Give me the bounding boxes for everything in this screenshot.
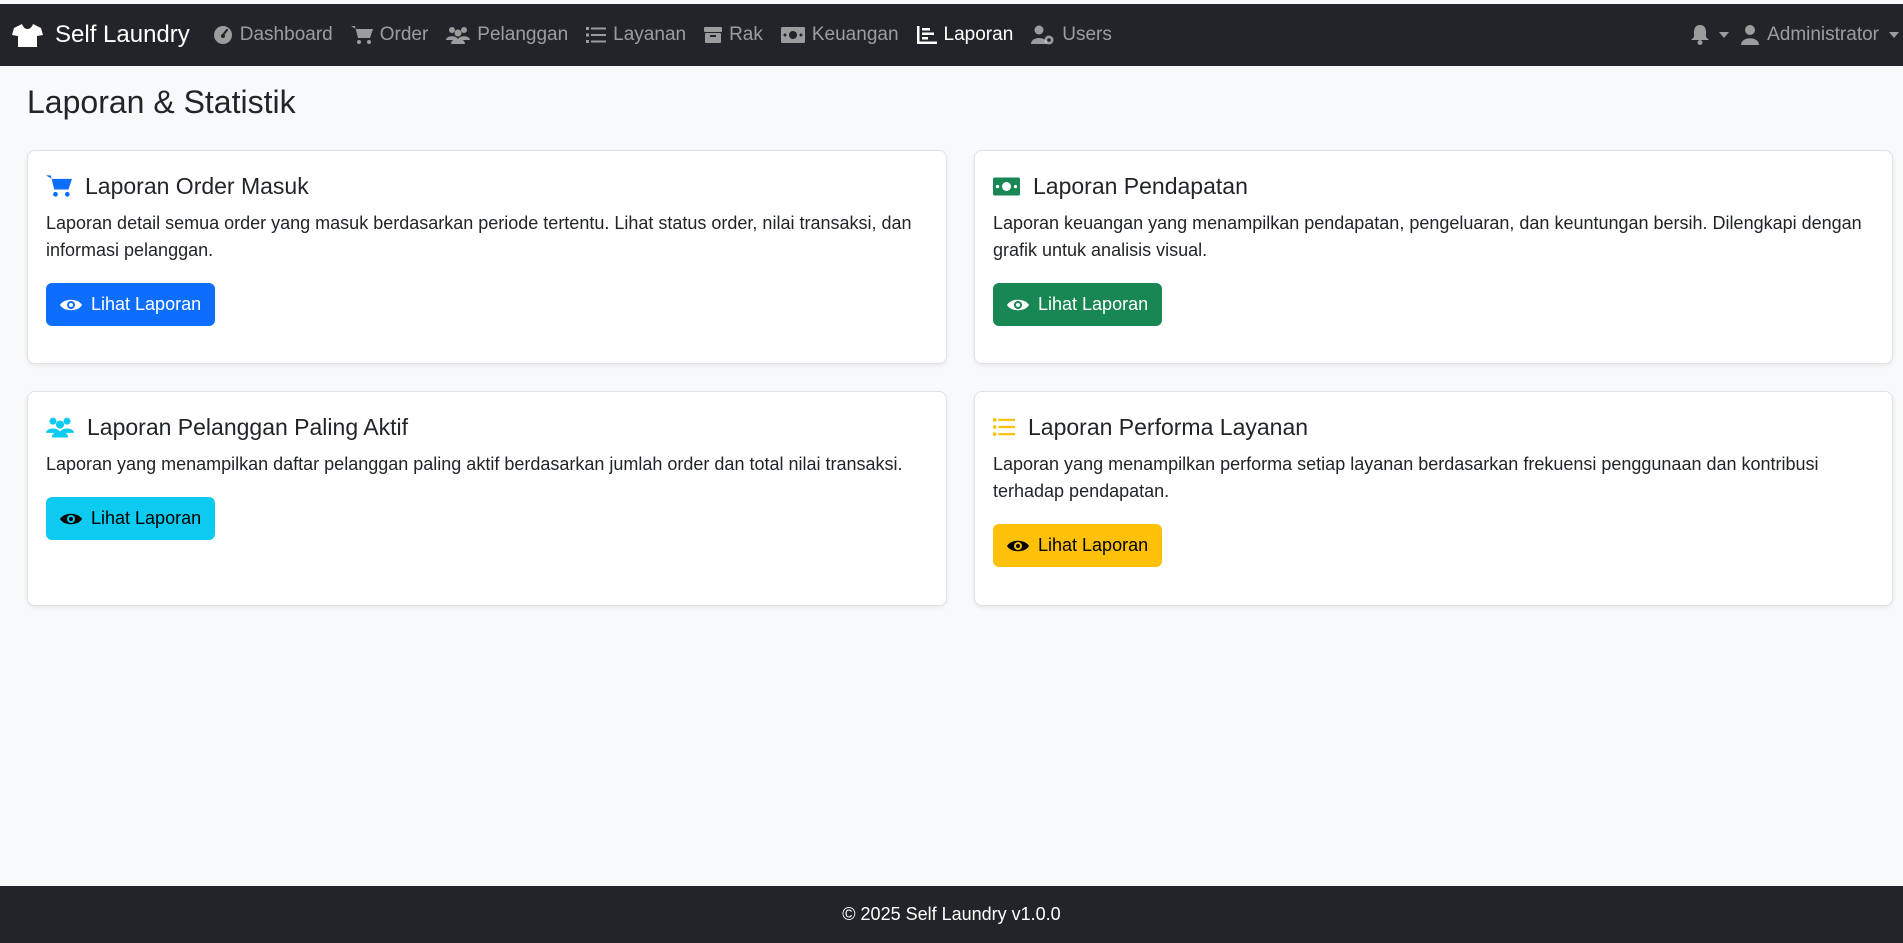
chevron-down-icon (1889, 32, 1899, 38)
nav-menu: Dashboard Order Pelanggan Layanan Rak Ke… (204, 4, 1121, 66)
gauge-icon (213, 26, 232, 44)
nav-keuangan-label: Keuangan (811, 24, 899, 45)
card-title: Laporan Performa Layanan (1028, 413, 1309, 440)
cart-icon (46, 175, 72, 197)
brand-label: Self Laundry (55, 21, 190, 48)
user-icon (1741, 25, 1760, 45)
card-performa-layanan: Laporan Performa Layanan Laporan yang me… (974, 391, 1893, 606)
card-order-masuk: Laporan Order Masuk Laporan detail semua… (27, 150, 947, 364)
nav-pelanggan-label: Pelanggan (477, 24, 569, 45)
chart-icon (916, 26, 937, 44)
page-title: Laporan & Statistik (27, 84, 296, 120)
money-icon (780, 27, 805, 43)
list-icon (993, 418, 1015, 436)
bell-icon (1691, 25, 1710, 45)
button-label: Lihat Laporan (91, 508, 202, 528)
money-icon (993, 177, 1020, 195)
lihat-laporan-pendapatan-button[interactable]: Lihat Laporan (993, 283, 1163, 326)
nav-pelanggan[interactable]: Pelanggan (437, 4, 577, 66)
nav-users-label: Users (1062, 24, 1112, 45)
nav-laporan[interactable]: Laporan (908, 4, 1023, 66)
user-name: Administrator (1767, 24, 1879, 45)
nav-order-label: Order (379, 24, 429, 45)
users-icon (446, 27, 471, 44)
shirt-icon (12, 23, 43, 47)
nav-layanan-label: Layanan (613, 24, 687, 45)
button-label: Lihat Laporan (1038, 535, 1149, 555)
user-dropdown[interactable]: Administrator (1741, 24, 1903, 46)
card-description: Laporan detail semua order yang masuk be… (46, 213, 912, 260)
footer-text: © 2025 Self Laundry v1.0.0 (842, 904, 1061, 924)
card-description: Laporan yang menampilkan performa setiap… (993, 454, 1819, 501)
users-icon (46, 417, 74, 438)
nav-rak[interactable]: Rak (695, 4, 772, 66)
footer: © 2025 Self Laundry v1.0.0 (0, 886, 1903, 943)
cart-icon (350, 26, 373, 44)
card-title: Laporan Pendapatan (1033, 172, 1248, 199)
card-title: Laporan Order Masuk (85, 172, 309, 199)
card-title: Laporan Pelanggan Paling Aktif (87, 413, 408, 440)
list-icon (586, 27, 607, 43)
nav-rak-label: Rak (729, 24, 763, 45)
box-icon (704, 27, 723, 43)
eye-icon (1007, 540, 1029, 551)
lihat-laporan-pelanggan-button[interactable]: Lihat Laporan (46, 497, 216, 540)
button-label: Lihat Laporan (91, 294, 202, 314)
nav-dashboard[interactable]: Dashboard (204, 4, 342, 66)
eye-icon (60, 513, 82, 524)
nav-layanan[interactable]: Layanan (577, 4, 695, 66)
nav-laporan-label: Laporan (943, 24, 1014, 45)
eye-icon (1007, 299, 1029, 310)
nav-dashboard-label: Dashboard (239, 24, 333, 45)
lihat-laporan-layanan-button[interactable]: Lihat Laporan (993, 524, 1163, 567)
user-cog-icon (1031, 25, 1054, 45)
lihat-laporan-order-button[interactable]: Lihat Laporan (46, 283, 216, 326)
chevron-down-icon (1719, 32, 1730, 38)
nav-right: Administrator (1679, 4, 1903, 66)
nav-keuangan[interactable]: Keuangan (772, 4, 908, 66)
brand-link[interactable]: Self Laundry (12, 21, 190, 49)
card-pendapatan: Laporan Pendapatan Laporan keuangan yang… (974, 150, 1893, 364)
card-pelanggan-aktif: Laporan Pelanggan Paling Aktif Laporan y… (27, 391, 947, 606)
button-label: Lihat Laporan (1038, 294, 1149, 314)
nav-order[interactable]: Order (342, 4, 438, 66)
navbar: Self Laundry Dashboard Order Pelanggan L… (0, 4, 1903, 66)
notifications-dropdown[interactable] (1679, 25, 1741, 45)
card-description: Laporan yang menampilkan daftar pelangga… (46, 454, 903, 474)
nav-users[interactable]: Users (1022, 4, 1121, 66)
eye-icon (60, 299, 82, 310)
card-description: Laporan keuangan yang menampilkan pendap… (993, 213, 1862, 260)
